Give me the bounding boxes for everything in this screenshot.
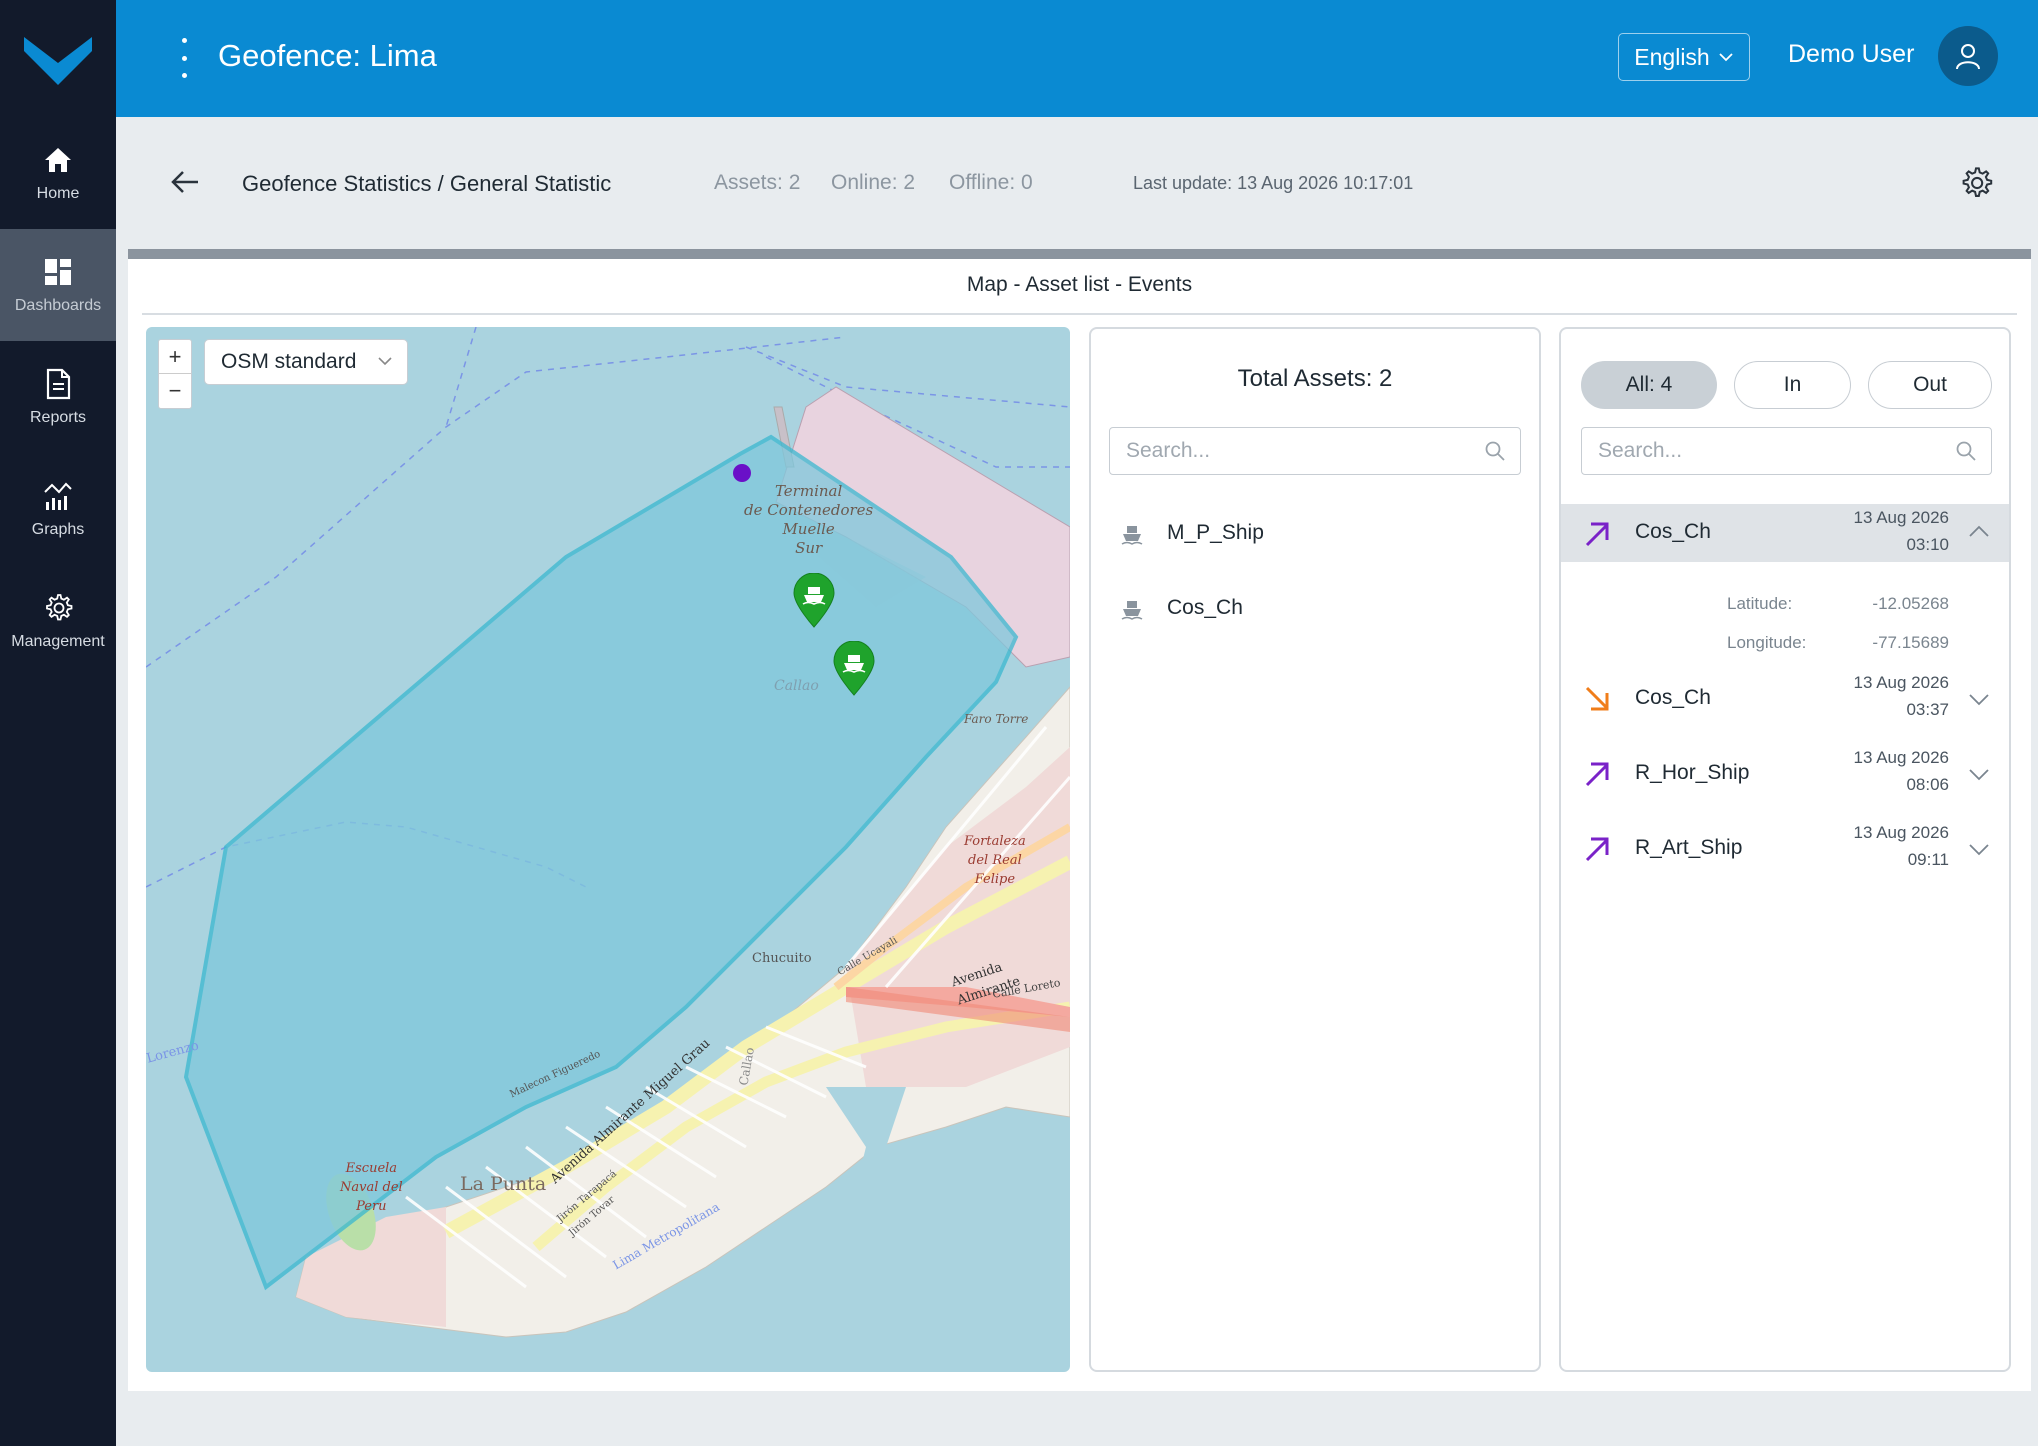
event-asset-name: Cos_Ch <box>1635 520 1711 543</box>
event-row[interactable]: R_Hor_Ship 13 Aug 2026 08:06 <box>1561 738 2009 810</box>
longitude-label: Longitude: <box>1727 633 1807 652</box>
search-icon <box>1956 441 1976 461</box>
filter-out-button[interactable]: Out <box>1868 361 1992 409</box>
assets-count: Assets: 2 <box>714 171 801 194</box>
event-row[interactable]: Cos_Ch 13 Aug 2026 03:10 <box>1561 504 2009 562</box>
event-timestamp: 13 Aug 2026 08:06 <box>1853 748 1949 794</box>
filter-all-button[interactable]: All: 4 <box>1581 361 1717 409</box>
map-view[interactable]: Terminal de Contenedores Muelle Sur Callao … <box>146 327 1070 1372</box>
map-label-chucuito: Chucuito <box>752 951 812 966</box>
nav-graphs-label: Graphs <box>31 521 85 538</box>
avatar[interactable] <box>1938 26 1998 86</box>
gear-icon <box>41 591 75 625</box>
map-label-terminal: Terminal de Contenedores Muelle Sur <box>744 482 874 557</box>
nav-graphs[interactable]: Graphs <box>0 453 116 565</box>
map-label-naval: Escuela Naval del Peru <box>340 1161 403 1214</box>
arrow-out-icon <box>1585 686 1609 711</box>
ship-marker-icon[interactable] <box>832 641 876 697</box>
online-count: Online: 2 <box>831 171 916 194</box>
top-header: Geofence: Lima English Demo User <box>116 0 2038 117</box>
brand-logo-icon <box>24 36 92 85</box>
home-icon <box>41 143 75 177</box>
ship-icon <box>1121 601 1143 620</box>
user-icon <box>1956 44 1980 70</box>
zoom-in-button[interactable]: + <box>159 340 191 374</box>
nav-dashboards[interactable]: Dashboards <box>0 229 116 341</box>
language-label: English <box>1634 43 1710 70</box>
assets-panel: Total Assets: 2 M_P_Ship Cos_Ch <box>1089 327 1541 1372</box>
offline-count: Offline: 0 <box>949 171 1033 194</box>
event-search-input[interactable] <box>1598 439 1933 463</box>
page-title: Geofence: Lima <box>218 38 437 73</box>
event-asset-name: R_Hor_Ship <box>1635 761 1750 784</box>
kebab-menu-icon[interactable] <box>176 38 192 78</box>
nav-home[interactable]: Home <box>0 117 116 229</box>
event-row[interactable]: R_Art_Ship 13 Aug 2026 09:11 <box>1561 813 2009 885</box>
event-timestamp: 13 Aug 2026 03:10 <box>1853 508 1949 554</box>
event-asset-name: Cos_Ch <box>1635 686 1711 709</box>
map-layer-select[interactable]: OSM standard <box>204 339 408 385</box>
user-name[interactable]: Demo User <box>1788 40 1914 69</box>
event-search[interactable] <box>1581 427 1992 475</box>
asset-item[interactable]: Cos_Ch <box>1119 588 1243 628</box>
nav-dashboards-label: Dashboards <box>14 297 102 314</box>
map-label-fortaleza: Fortaleza del Real Felipe <box>964 834 1026 887</box>
breadcrumb: Geofence Statistics / General Statistic <box>242 171 612 196</box>
event-row[interactable]: Cos_Ch 13 Aug 2026 03:37 <box>1561 663 2009 735</box>
arrow-in-icon <box>1585 762 1609 787</box>
zoom-out-button[interactable]: − <box>159 374 191 408</box>
back-arrow-icon[interactable] <box>168 165 202 199</box>
nav-reports-label: Reports <box>29 409 87 426</box>
zoom-control: + − <box>158 339 192 409</box>
nav-management-label: Management <box>11 633 105 650</box>
arrow-in-icon <box>1585 837 1609 862</box>
language-select[interactable]: English <box>1618 33 1750 81</box>
event-timestamp: 13 Aug 2026 09:11 <box>1853 823 1949 869</box>
dashboards-icon <box>41 255 75 289</box>
last-update: Last update: 13 Aug 2026 10:17:01 <box>1133 173 1414 193</box>
card-title: Map - Asset list - Events <box>966 273 1193 296</box>
chevron-down-icon[interactable] <box>1967 762 1991 786</box>
graphs-icon <box>41 479 75 513</box>
total-assets-title: Total Assets: 2 <box>1237 365 1393 392</box>
chevron-down-icon <box>378 357 392 366</box>
asset-name: M_P_Ship <box>1167 521 1264 544</box>
sidebar: Home Dashboards Reports Graphs Managemen… <box>0 0 116 1446</box>
chevron-down-icon[interactable] <box>1967 837 1991 861</box>
chevron-up-icon[interactable] <box>1967 520 1991 544</box>
chevron-down-icon <box>1719 53 1733 62</box>
nav-home-label: Home <box>36 185 80 202</box>
reports-icon <box>41 367 75 401</box>
arrow-in-icon <box>1585 522 1609 547</box>
ship-icon <box>1121 526 1143 545</box>
logo[interactable] <box>0 0 116 117</box>
chevron-down-icon[interactable] <box>1967 687 1991 711</box>
settings-gear-icon[interactable] <box>1958 165 1994 201</box>
event-asset-name: R_Art_Ship <box>1635 836 1743 859</box>
asset-name: Cos_Ch <box>1167 596 1243 619</box>
ship-marker-icon[interactable] <box>792 573 836 629</box>
event-timestamp: 13 Aug 2026 03:37 <box>1853 673 1949 719</box>
filter-in-button[interactable]: In <box>1734 361 1851 409</box>
map-label-faro: Faro Torre <box>964 712 1029 726</box>
events-panel: All: 4 In Out Cos_Ch 13 Aug 202603:10 La… <box>1559 327 2011 1372</box>
sub-header: Geofence Statistics / General Statistic … <box>116 117 2038 249</box>
longitude-value: -77.15689 <box>1872 633 1949 652</box>
map-label-la-punta: La Punta <box>460 1173 547 1195</box>
map-layer-label: OSM standard <box>221 350 357 373</box>
asset-search[interactable] <box>1109 427 1521 475</box>
divider <box>142 313 2017 315</box>
map-label-callao: Callao <box>774 678 819 694</box>
nav-management[interactable]: Management <box>0 565 116 677</box>
nav-reports[interactable]: Reports <box>0 341 116 453</box>
asset-search-input[interactable] <box>1126 439 1461 463</box>
asset-item[interactable]: M_P_Ship <box>1119 513 1264 553</box>
latitude-value: -12.05268 <box>1872 594 1949 613</box>
search-icon <box>1485 441 1505 461</box>
latitude-label: Latitude: <box>1727 594 1793 613</box>
